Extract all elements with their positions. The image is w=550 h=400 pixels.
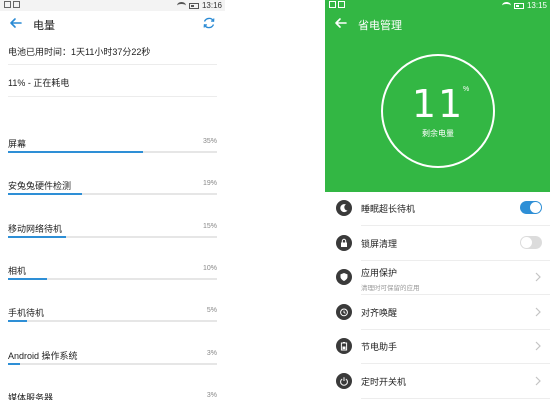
usage-item-name: 手机待机 [8,308,45,319]
toggle-knob [521,236,532,248]
battery-level-unit: % [463,86,470,93]
usage-item-percent: 19% [202,180,217,188]
settings-item-label: 节电助手 [361,342,398,352]
usage-item-name: 移动网络待机 [8,223,63,234]
alarm-icon [336,303,352,320]
usage-bar-track [8,320,217,323]
refresh-icon[interactable] [202,16,216,30]
settings-item[interactable]: 对齐唤醒 [325,296,550,330]
settings-item-label: 睡眠超长待机 [361,204,416,214]
battery-status-icon [513,2,524,9]
notification-icons [4,1,20,9]
settings-item[interactable]: 应用保护清理时可保留的应用 [325,261,550,295]
usage-item-name: Android 操作系统 [8,350,78,361]
usage-bar-track [8,277,217,280]
notification-icons [329,1,345,8]
status-time: 13:15 [526,1,547,10]
moon-icon [336,200,352,216]
usage-item[interactable]: 相机 10% [8,264,217,284]
battery-header: 13:15 省电管理 11 % 剩余电量 [325,0,550,192]
lock-icon [336,234,352,251]
settings-item[interactable]: 定时开关机 [325,365,550,399]
toggle-knob [530,202,541,213]
usage-item-name: 相机 [8,265,27,276]
status-bar: 13:16 [0,0,225,11]
battery-level-caption: 剩余电量 [422,129,454,138]
usage-bar-track [8,151,217,153]
status-bar: 13:15 [325,0,550,11]
usage-item-percent: 3% [206,391,217,399]
back-arrow-icon[interactable] [8,15,24,31]
page-title: 电量 [33,20,55,32]
wifi-icon [176,2,186,9]
toolbar: 电量 [0,11,225,36]
shield-icon [336,269,352,285]
divider [8,64,217,65]
settings-item[interactable]: 节电助手 [325,330,550,364]
settings-item-label: 对齐唤醒 [361,307,398,318]
usage-bar-track [8,193,217,196]
settings-item-label: 定时开关机 [361,376,407,387]
usage-item[interactable]: 屏幕 35% [8,137,217,157]
usage-item-name: 媒体服务器 [8,392,54,400]
usage-bar-track [8,362,217,365]
settings-item-sublabel: 清理时可保留的应用 [361,285,420,292]
usage-item[interactable]: Android 操作系统 3% [8,349,217,369]
battery-used-time: 电池已用时间：1天11小时37分22秒 [8,47,151,57]
battery-usage-screen: 13:16 电量 电池已用时间：1天11小时37分22秒 11% - 正在耗电 … [0,0,225,400]
usage-item-percent: 35% [202,138,217,145]
divider [361,397,550,399]
settings-item-label: 应用保护 [361,268,398,278]
chevron-right-icon [535,307,541,316]
chevron-right-icon [535,272,541,282]
usage-item[interactable]: 移动网络待机 15% [8,222,217,242]
usage-bar-fill [8,277,47,280]
back-arrow-icon[interactable] [333,15,349,31]
usage-bar-fill [8,151,144,153]
usage-item-percent: 3% [206,349,217,357]
power-management-screen: 13:15 省电管理 11 % 剩余电量 睡眠超长待机 锁屏清理应用保护清理时可保… [325,0,550,400]
usage-item-percent: 5% [206,307,217,315]
toggle-switch[interactable] [520,201,542,214]
divider [8,96,217,97]
battery-icon [336,338,352,354]
usage-bar-fill [8,320,28,323]
settings-item[interactable]: 锁屏清理 [325,227,550,261]
usage-bar-fill [8,235,67,238]
battery-level-value: 11 [411,82,465,126]
wifi-icon [501,2,511,9]
usage-item[interactable]: 手机待机 5% [8,306,217,326]
usage-item[interactable]: 媒体服务器 3% [8,391,217,400]
battery-status-icon [188,2,199,9]
settings-item[interactable]: 睡眠超长待机 [325,192,550,226]
usage-item[interactable]: 安兔兔硬件检测 19% [8,179,217,199]
chevron-right-icon [535,376,541,385]
battery-state: 11% - 正在耗电 [8,78,70,88]
usage-item-percent: 10% [202,264,217,272]
usage-item-percent: 15% [202,222,217,230]
settings-item-label: 锁屏清理 [361,238,398,249]
power-icon [336,372,352,389]
chevron-right-icon [535,341,541,351]
usage-bar-fill [8,193,82,196]
usage-item-name: 安兔兔硬件检测 [8,181,72,192]
usage-item-name: 屏幕 [8,139,27,149]
page-title: 省电管理 [358,20,402,32]
battery-level-ring: 11 % 剩余电量 [381,54,495,168]
usage-bar-fill [8,362,20,365]
usage-bar-track [8,235,217,238]
status-time: 13:16 [201,1,222,10]
toggle-switch[interactable] [520,235,542,249]
